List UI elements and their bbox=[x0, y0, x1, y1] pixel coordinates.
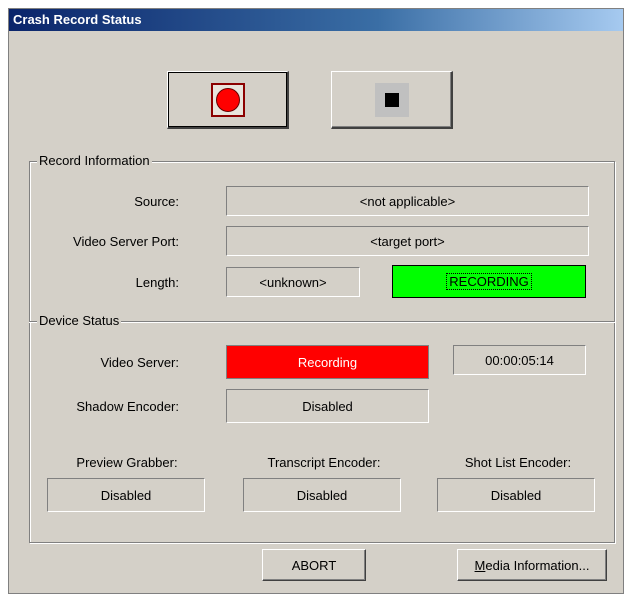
video-server-port-field: <target port> bbox=[226, 226, 589, 256]
record-information-title: Record Information bbox=[37, 153, 152, 168]
video-server-label: Video Server: bbox=[100, 355, 179, 370]
preview-grabber-label: Preview Grabber: bbox=[76, 455, 178, 470]
length-value: <unknown> bbox=[259, 274, 327, 290]
shot-list-encoder-label: Shot List Encoder: bbox=[464, 455, 572, 470]
shot-list-encoder-field: Disabled bbox=[437, 478, 595, 512]
video-server-status: Recording bbox=[226, 345, 429, 379]
media-information-button[interactable]: Media Information... bbox=[457, 549, 607, 581]
title-bar: Crash Record Status bbox=[9, 9, 623, 31]
recording-status-indicator: RECORDING bbox=[392, 265, 586, 298]
video-server-port-value: <target port> bbox=[370, 233, 445, 249]
abort-button[interactable]: ABORT bbox=[262, 549, 366, 581]
shadow-encoder-field: Disabled bbox=[226, 389, 429, 423]
shot-list-encoder-value: Disabled bbox=[490, 487, 542, 503]
video-server-time: 00:00:05:14 bbox=[485, 352, 554, 368]
transcript-encoder-field: Disabled bbox=[243, 478, 401, 512]
video-server-port-label: Video Server Port: bbox=[73, 234, 179, 249]
shadow-encoder-label: Shadow Encoder: bbox=[76, 399, 179, 414]
record-button[interactable] bbox=[167, 71, 289, 129]
stop-button[interactable] bbox=[331, 71, 453, 129]
source-field: <not applicable> bbox=[226, 186, 589, 216]
preview-grabber-value: Disabled bbox=[100, 487, 152, 503]
stop-icon bbox=[374, 82, 409, 117]
source-value: <not applicable> bbox=[359, 193, 456, 209]
crash-record-status-dialog: Crash Record Status Record Information S… bbox=[8, 8, 624, 594]
source-label: Source: bbox=[134, 194, 179, 209]
record-dot bbox=[215, 87, 240, 112]
length-field: <unknown> bbox=[226, 267, 360, 297]
preview-grabber-field: Disabled bbox=[47, 478, 205, 512]
media-information-label-rest: edia Information... bbox=[485, 557, 590, 573]
record-icon bbox=[210, 82, 245, 117]
video-server-value: Recording bbox=[297, 354, 358, 370]
video-server-timecode: 00:00:05:14 bbox=[453, 345, 586, 375]
window-title: Crash Record Status bbox=[13, 12, 142, 27]
media-information-accelerator: M bbox=[474, 557, 486, 573]
recording-status-text: RECORDING bbox=[446, 273, 532, 290]
abort-button-label: ABORT bbox=[291, 557, 337, 573]
transcript-encoder-label: Transcript Encoder: bbox=[267, 455, 381, 470]
shadow-encoder-value: Disabled bbox=[302, 398, 353, 414]
stop-square bbox=[384, 92, 399, 107]
media-information-button-label: Media Information... bbox=[475, 558, 590, 573]
length-label: Length: bbox=[135, 275, 179, 290]
transcript-encoder-value: Disabled bbox=[296, 487, 348, 503]
device-status-title: Device Status bbox=[37, 313, 122, 328]
